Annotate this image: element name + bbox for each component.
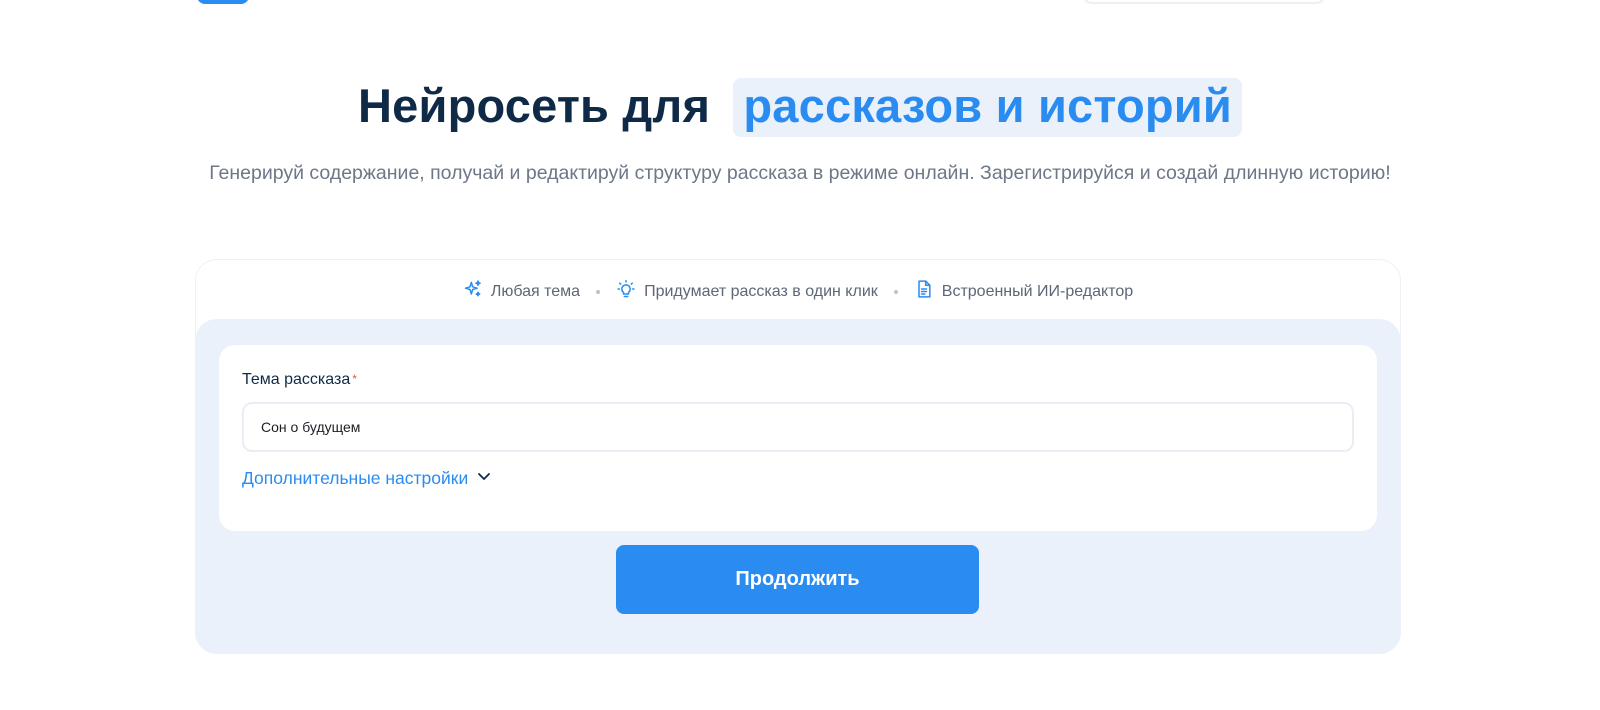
lightbulb-icon <box>616 279 636 304</box>
more-settings-label: Дополнительные настройки <box>242 468 469 488</box>
more-settings-toggle[interactable]: Дополнительные настройки <box>242 468 492 489</box>
page-title: Нейросеть для рассказов и историй <box>0 78 1600 137</box>
topic-input[interactable] <box>242 402 1354 452</box>
page-title-main: Нейросеть для <box>358 79 711 132</box>
page-subtitle: Генерируй содержание, получай и редактир… <box>209 162 1391 184</box>
features-row: Любая тема Придумает рассказ в один клик <box>196 279 1400 304</box>
separator-dot <box>596 289 601 294</box>
feature-ai-editor: Встроенный ИИ-редактор <box>914 279 1133 304</box>
generator-card: Любая тема Придумает рассказ в один клик <box>195 259 1401 654</box>
sparkles-icon <box>463 279 483 304</box>
header-field-partial[interactable] <box>1082 0 1326 4</box>
feature-label: Встроенный ИИ-редактор <box>941 282 1134 300</box>
page-title-accent: рассказов и историй <box>733 78 1242 137</box>
feature-any-topic: Любая тема <box>463 279 580 304</box>
feature-label: Придумает рассказ в один клик <box>644 282 878 300</box>
required-mark: * <box>352 372 357 386</box>
separator-dot <box>893 289 898 294</box>
topic-label: Тема рассказа * <box>242 371 357 389</box>
feature-label: Любая тема <box>490 282 581 300</box>
chevron-down-icon <box>476 468 492 489</box>
continue-button[interactable]: Продолжить <box>616 545 979 614</box>
form-panel: Тема рассказа* Дополнительные настройки … <box>195 319 1401 654</box>
document-icon <box>914 279 934 304</box>
header-button-partial[interactable] <box>197 0 249 4</box>
topic-label-text: Тема рассказа <box>242 371 351 388</box>
form-box: Тема рассказа* Дополнительные настройки <box>219 345 1377 531</box>
feature-one-click: Придумает рассказ в один клик <box>616 279 878 304</box>
